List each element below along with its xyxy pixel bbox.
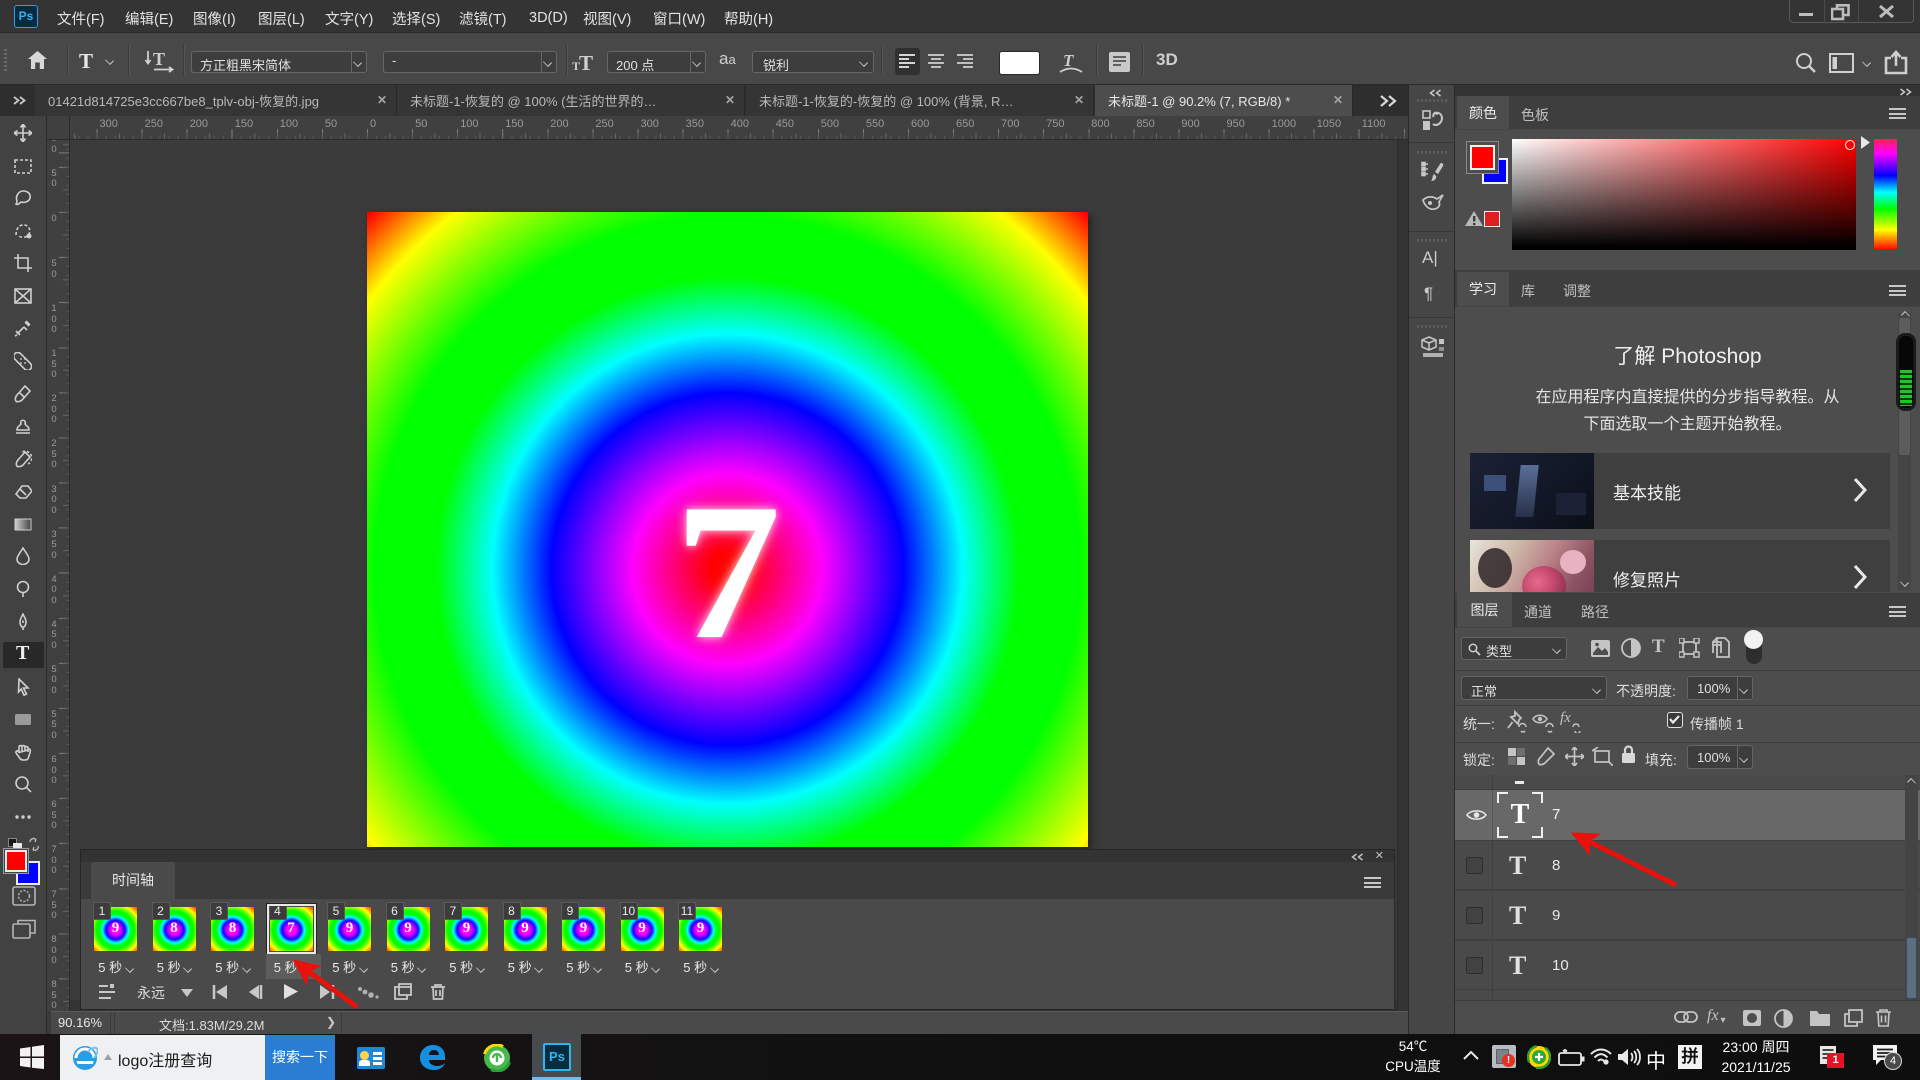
svg-text:T: T: [579, 54, 593, 72]
svg-text:T: T: [1063, 51, 1074, 70]
svg-text:T: T: [153, 49, 165, 69]
